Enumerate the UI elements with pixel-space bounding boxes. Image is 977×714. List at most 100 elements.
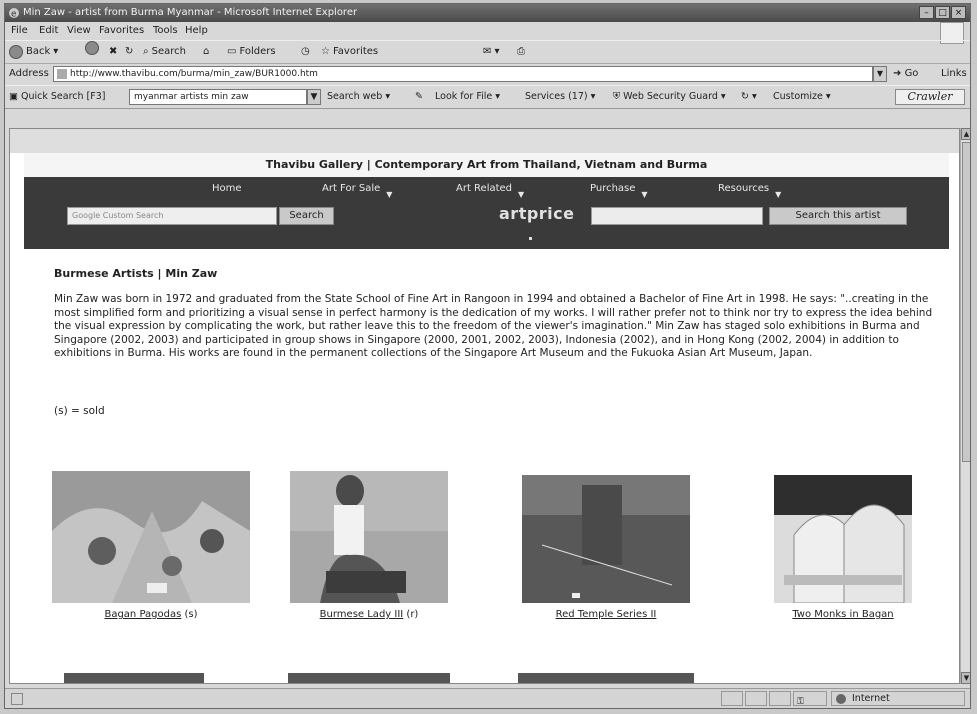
- site-header: Thavibu Gallery | Contemporary Art from …: [24, 153, 949, 177]
- maximize-button[interactable]: □: [935, 6, 950, 19]
- customize-button[interactable]: Customize ▾: [773, 86, 831, 108]
- menu-view[interactable]: View: [67, 23, 91, 39]
- scroll-thumb[interactable]: [962, 142, 970, 462]
- browser-window: e Min Zaw - artist from Burma Myanmar - …: [4, 3, 971, 709]
- nav-home[interactable]: Home: [212, 183, 242, 194]
- web-security-guard-button[interactable]: ⛨ Web Security Guard ▾: [613, 86, 726, 108]
- status-cell: [745, 691, 767, 706]
- artwork-thumbnail-partial[interactable]: [64, 673, 204, 683]
- artwork-link[interactable]: Two Monks in Bagan: [792, 609, 893, 620]
- search-this-artist-button[interactable]: Search this artist: [769, 207, 907, 225]
- artwork-thumbnail-partial[interactable]: [288, 673, 450, 683]
- standard-toolbar: Back ▾ ✖ ↻ ⌕ Search ⌂ ▭ Folders ◷ ☆ Favo…: [5, 40, 970, 64]
- history-icon: ◷: [301, 46, 310, 57]
- top-band: [10, 129, 959, 153]
- menu-edit[interactable]: Edit: [39, 23, 58, 39]
- close-button[interactable]: ×: [951, 6, 966, 19]
- chevron-down-icon: ▼: [641, 190, 648, 199]
- mail-icon: ✉ ▾: [483, 46, 500, 57]
- artwork-link[interactable]: Red Temple Series II: [556, 609, 657, 620]
- home-button[interactable]: ⌂: [203, 41, 209, 63]
- address-dropdown[interactable]: ▼: [873, 66, 887, 82]
- google-search-button[interactable]: Search: [279, 207, 334, 225]
- menu-help[interactable]: Help: [185, 23, 208, 39]
- look-for-file-button[interactable]: Look for File ▾: [435, 86, 500, 108]
- forward-button[interactable]: [85, 41, 99, 55]
- artwork-link[interactable]: Bagan Pagodas: [104, 609, 181, 620]
- globe-icon: [836, 694, 846, 704]
- minimize-button[interactable]: –: [919, 6, 934, 19]
- address-input[interactable]: http://www.thavibu.com/burma/min_zaw/BUR…: [53, 66, 873, 82]
- page-viewport: Thavibu Gallery | Contemporary Art from …: [9, 128, 960, 684]
- mail-button[interactable]: ✉ ▾: [483, 41, 500, 63]
- highlight-icon[interactable]: ✎: [415, 86, 423, 108]
- chevron-down-icon: ▼: [775, 190, 782, 199]
- crawler-logo: Crawler: [895, 89, 965, 105]
- address-bar: Address http://www.thavibu.com/burma/min…: [5, 64, 970, 84]
- page-icon: [57, 69, 67, 79]
- page-status-icon: [11, 693, 23, 705]
- refresh-icon: ↻: [125, 46, 134, 57]
- home-icon: ⌂: [203, 46, 210, 57]
- scroll-down-button[interactable]: ▼: [961, 672, 970, 684]
- security-zone: Internet: [831, 691, 965, 706]
- search-web-button[interactable]: Search web ▾: [327, 86, 390, 108]
- artwork-thumbnail-partial[interactable]: [518, 673, 694, 683]
- forward-arrow-icon: [85, 41, 99, 55]
- artist-biography: Min Zaw was born in 1972 and graduated f…: [54, 293, 933, 359]
- title-bar: e Min Zaw - artist from Burma Myanmar - …: [5, 4, 970, 22]
- toolbar-search-input[interactable]: myanmar artists min zaw: [129, 89, 307, 105]
- vertical-scrollbar[interactable]: ▲ ▼: [960, 128, 970, 684]
- print-icon: ⎙: [517, 46, 525, 57]
- favorites-button[interactable]: ☆ Favorites: [321, 41, 378, 63]
- back-arrow-icon: [9, 45, 23, 59]
- security-lock-cell: ⚿: [793, 691, 827, 707]
- nav-resources[interactable]: Resources▼: [718, 183, 781, 199]
- go-button[interactable]: ➜ Go: [893, 64, 918, 84]
- search-button[interactable]: ⌕ Search: [143, 41, 186, 63]
- stop-button[interactable]: ✖: [109, 41, 117, 63]
- quick-search-icon: ▣: [9, 91, 21, 102]
- menu-favorites[interactable]: Favorites: [99, 23, 144, 39]
- lock-icon: ⚿: [797, 697, 804, 707]
- folders-button[interactable]: ▭ Folders: [227, 41, 276, 63]
- go-arrow-icon: ➜: [893, 68, 905, 79]
- status-bar: ⚿ Internet: [5, 688, 970, 708]
- search-toolbar: ▣ Quick Search [F3] myanmar artists min …: [5, 85, 970, 109]
- services-button[interactable]: Services (17) ▾: [525, 86, 595, 108]
- status-cell: [721, 691, 743, 706]
- nav-art-related[interactable]: Art Related▼: [456, 183, 524, 199]
- artwork-image-red-temple-series-ii[interactable]: [522, 475, 690, 603]
- chevron-down-icon: ▾: [53, 46, 59, 57]
- google-search-input[interactable]: Google Custom Search: [67, 207, 277, 225]
- nav-art-for-sale[interactable]: Art For Sale▼: [322, 183, 392, 199]
- search-icon: ⌕: [143, 46, 149, 57]
- toolbar-search-dropdown[interactable]: ▼: [307, 89, 321, 105]
- refresh-toolbar-button[interactable]: ↻ ▾: [741, 86, 757, 108]
- chevron-down-icon: ▼: [518, 190, 525, 199]
- print-button[interactable]: ⎙: [517, 41, 525, 63]
- back-button[interactable]: Back ▾: [9, 41, 58, 63]
- artprice-search-input[interactable]: [591, 207, 763, 225]
- artwork-image-bagan-pagodas[interactable]: [52, 471, 250, 603]
- quick-search-button[interactable]: ▣ Quick Search [F3]: [9, 86, 105, 108]
- stop-icon: ✖: [109, 46, 118, 57]
- svg-text:e: e: [11, 10, 17, 20]
- scroll-up-button[interactable]: ▲: [961, 128, 970, 140]
- artwork-image-burmese-lady-iii[interactable]: [290, 471, 448, 603]
- chevron-down-icon: ▼: [386, 190, 393, 199]
- artwork-link[interactable]: Burmese Lady III: [320, 609, 404, 620]
- sold-legend: (s) = sold: [54, 405, 105, 417]
- window-title: Min Zaw - artist from Burma Myanmar - Mi…: [23, 7, 358, 18]
- artwork-image-two-monks-in-bagan[interactable]: [774, 475, 912, 603]
- links-button[interactable]: Links: [941, 64, 967, 84]
- nav-purchase[interactable]: Purchase▼: [590, 183, 648, 199]
- page-title: Burmese Artists | Min Zaw: [54, 267, 218, 280]
- menu-file[interactable]: File: [11, 23, 28, 39]
- history-button[interactable]: ◷: [301, 41, 310, 63]
- menu-tools[interactable]: Tools: [153, 23, 178, 39]
- status-cell: [769, 691, 791, 706]
- artprice-logo: artprice: [499, 204, 575, 223]
- refresh-button[interactable]: ↻: [125, 41, 133, 63]
- internet-explorer-icon: e: [9, 8, 19, 20]
